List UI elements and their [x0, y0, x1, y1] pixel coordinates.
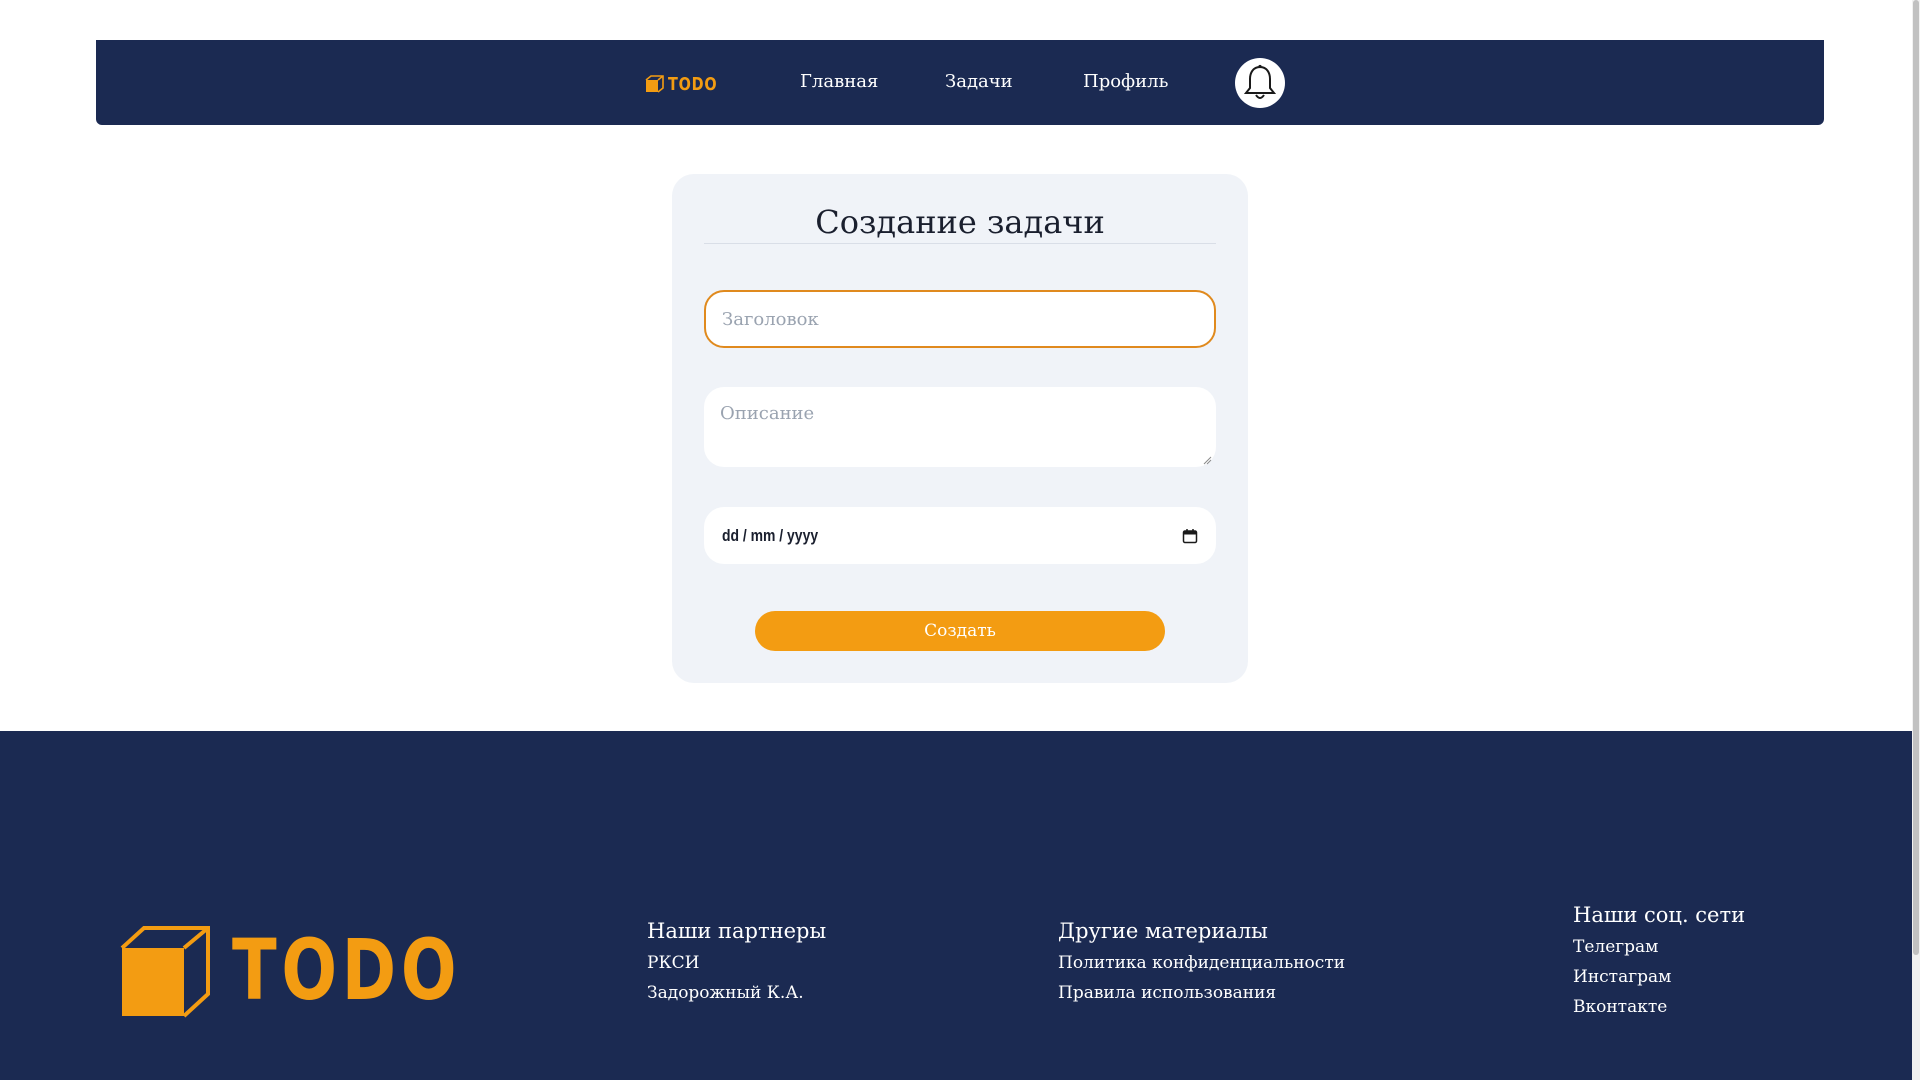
- footer-materials: Другие материалы Политика конфиденциальн…: [1058, 919, 1345, 1003]
- notifications-button[interactable]: [1235, 58, 1285, 108]
- header-logo[interactable]: TODO: [644, 73, 730, 95]
- footer: TODO Наши партнеры РКСИ Задорожный К.А. …: [0, 731, 1920, 1080]
- social-heading: Наши соц. сети: [1573, 903, 1746, 927]
- privacy-policy-link[interactable]: Политика конфиденциальности: [1058, 953, 1345, 973]
- partner-link-rksi[interactable]: РКСИ: [647, 953, 826, 973]
- footer-partners: Наши партнеры РКСИ Задорожный К.А.: [647, 919, 826, 1003]
- footer-logo-text: TODO: [232, 921, 462, 1019]
- resize-grip-icon[interactable]: [1202, 455, 1212, 465]
- header-logo-text: TODO: [668, 73, 718, 95]
- terms-of-use-link[interactable]: Правила использования: [1058, 983, 1345, 1003]
- create-task-button[interactable]: Создать: [755, 611, 1165, 651]
- materials-heading: Другие материалы: [1058, 919, 1268, 943]
- date-placeholder: dd / mm / yyyy: [722, 525, 819, 545]
- vkontakte-link[interactable]: Вконтакте: [1573, 997, 1745, 1017]
- task-due-date-input[interactable]: dd / mm / yyyy: [704, 507, 1216, 564]
- logo-cube-icon: [645, 75, 664, 93]
- nav-tasks[interactable]: Задачи: [945, 71, 1013, 92]
- instagram-link[interactable]: Инстаграм: [1573, 967, 1745, 987]
- nav-home[interactable]: Главная: [800, 71, 878, 92]
- title-divider: [704, 243, 1216, 244]
- scrollbar-thumb[interactable]: [1913, 0, 1919, 955]
- bell-icon: [1243, 64, 1277, 99]
- page-title: Создание задачи: [815, 203, 1105, 241]
- partner-link-zadorozhny[interactable]: Задорожный К.А.: [647, 983, 826, 1003]
- footer-logo[interactable]: TODO: [120, 926, 457, 1022]
- task-description-input[interactable]: [704, 387, 1216, 467]
- nav-profile[interactable]: Профиль: [1083, 71, 1168, 92]
- calendar-icon[interactable]: [1182, 528, 1198, 544]
- top-navbar: TODO Главная Задачи Профиль: [96, 40, 1824, 125]
- telegram-link[interactable]: Телеграм: [1573, 937, 1745, 957]
- partners-heading: Наши партнеры: [647, 919, 827, 943]
- task-title-input[interactable]: [704, 290, 1216, 348]
- footer-social: Наши соц. сети Телеграм Инстаграм Вконта…: [1573, 903, 1745, 1017]
- page-scrollbar[interactable]: [1912, 0, 1920, 1080]
- create-task-card: Создание задачи dd / mm / yyyy Создать: [672, 174, 1248, 683]
